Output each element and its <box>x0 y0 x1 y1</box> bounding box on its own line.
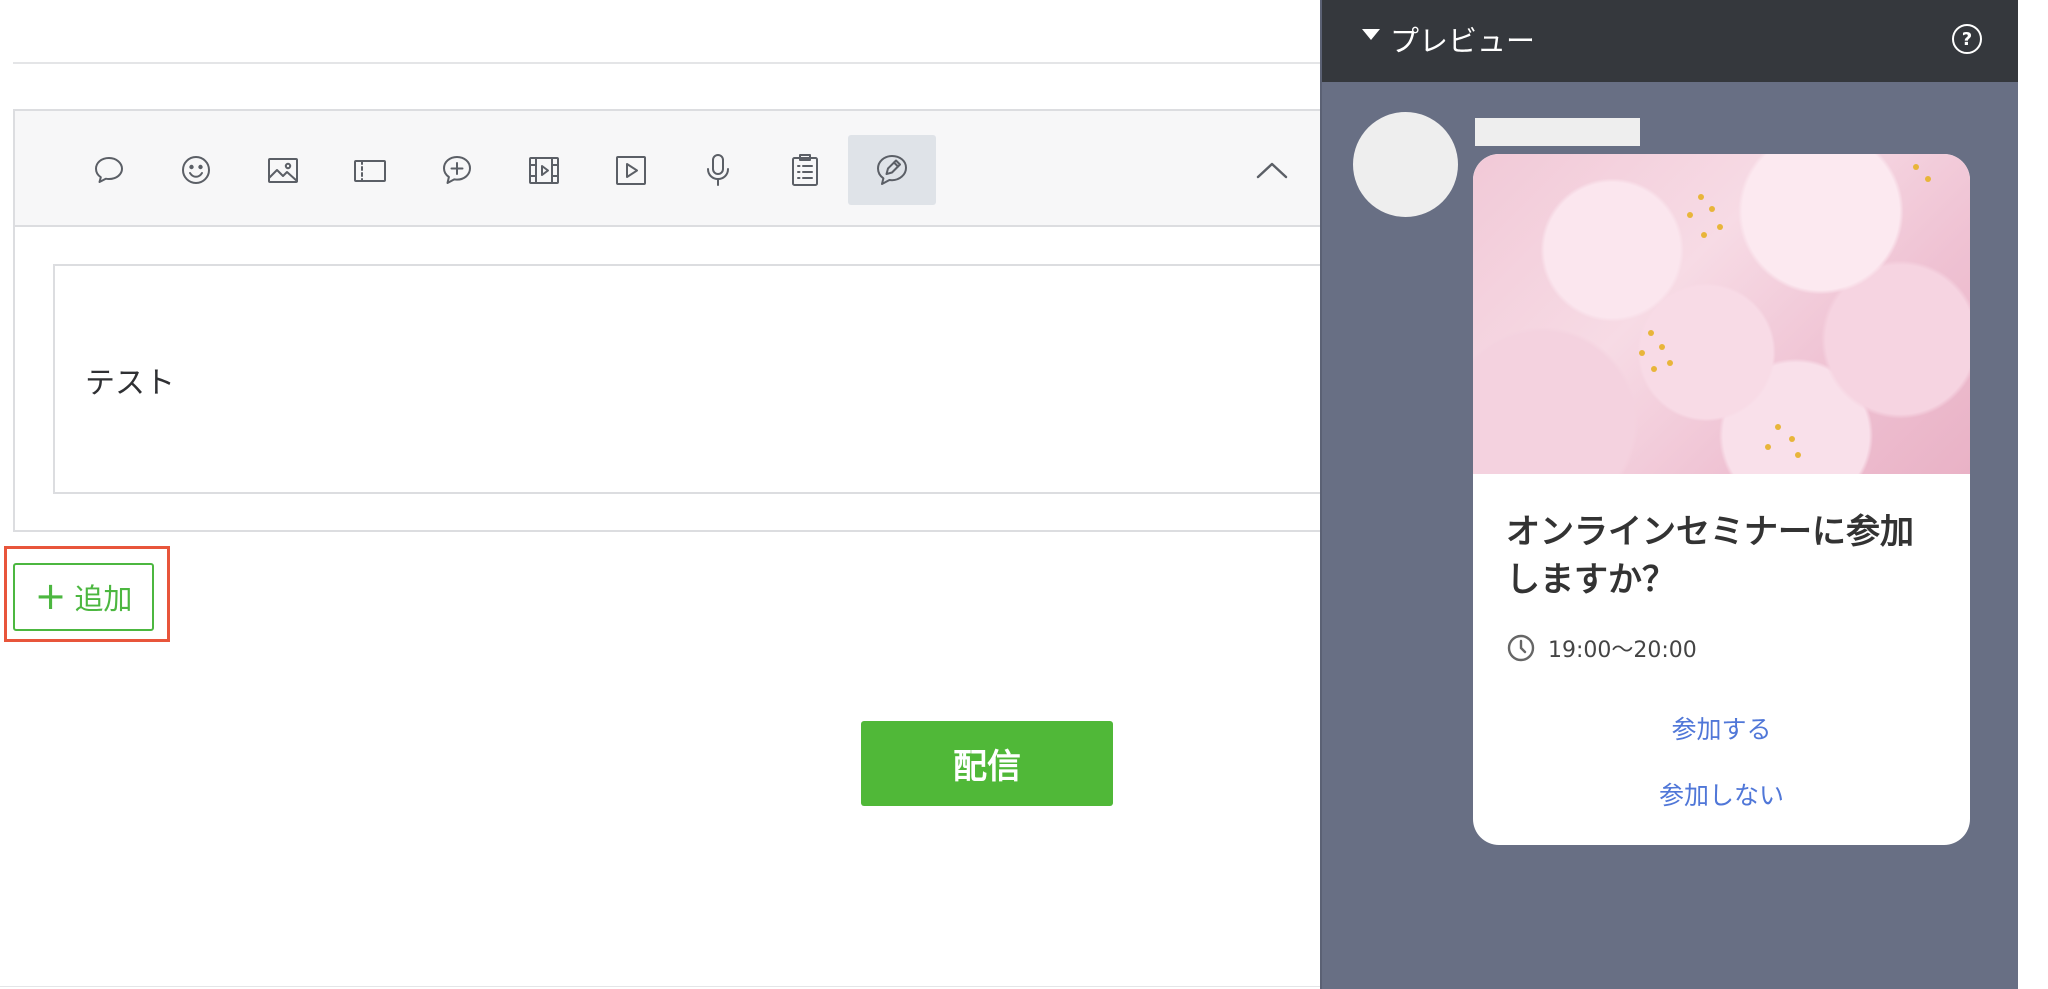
decline-action-button[interactable]: 参加しない <box>1473 776 1970 812</box>
add-button-label: 追加 <box>74 582 133 616</box>
message-type-toolbar <box>15 111 1341 227</box>
send-button[interactable]: 配信 <box>861 721 1113 806</box>
collapse-toolbar-button[interactable] <box>1247 145 1297 195</box>
preview-card-message: オンラインセミナーに参加しますか？ 19:00〜20:00 参加する 参加しない <box>1473 154 1970 845</box>
text-bubble-icon <box>95 157 123 183</box>
clock-icon <box>1506 633 1536 663</box>
card-title: オンラインセミナーに参加しますか？ <box>1506 512 1914 600</box>
message-text: テスト <box>85 366 175 401</box>
top-divider <box>13 62 1323 64</box>
image-icon <box>268 158 298 183</box>
microphone-icon <box>707 154 729 186</box>
card-time-text: 19:00〜20:00 <box>1548 638 1697 663</box>
card-message-button[interactable] <box>848 135 936 205</box>
preview-title: プレビュー <box>1390 24 1536 58</box>
image-button[interactable] <box>239 135 327 205</box>
message-editor: テスト <box>13 109 1343 532</box>
chevron-up-icon <box>1256 162 1288 179</box>
help-icon-glyph: ? <box>1961 28 1973 50</box>
emoji-icon <box>182 156 210 184</box>
text-bubble-button[interactable] <box>65 135 153 205</box>
video-button[interactable] <box>587 135 675 205</box>
survey-icon <box>792 154 818 186</box>
cherry-blossom-image <box>1473 154 1970 474</box>
coupon-button[interactable] <box>326 135 414 205</box>
video-icon <box>616 156 646 185</box>
voice-button[interactable] <box>674 135 762 205</box>
rich-message-icon <box>443 156 471 184</box>
coupon-icon <box>354 160 386 182</box>
survey-button[interactable] <box>761 135 849 205</box>
send-button-label: 配信 <box>953 747 1021 787</box>
message-text-field[interactable]: テスト <box>53 264 1343 494</box>
rich-message-button[interactable] <box>413 135 501 205</box>
emoji-button[interactable] <box>152 135 240 205</box>
plus-icon: + <box>34 573 67 618</box>
bottom-divider <box>0 986 1320 987</box>
help-icon[interactable]: ? <box>1952 24 1982 54</box>
join-action-button[interactable]: 参加する <box>1473 710 1970 746</box>
card-message-icon <box>877 155 907 185</box>
avatar <box>1353 112 1458 217</box>
sender-name-placeholder <box>1475 118 1640 146</box>
preview-panel: プレビュー ? オンラインセミナーに参加しますか？ 19:00〜20:00 参加… <box>1320 0 2018 989</box>
rich-video-button[interactable] <box>500 135 588 205</box>
card-time-row: 19:00〜20:00 <box>1506 632 1697 664</box>
add-message-button[interactable]: + 追加 <box>13 563 154 631</box>
caret-down-icon[interactable] <box>1362 29 1380 40</box>
preview-header: プレビュー ? <box>1322 0 2018 82</box>
rich-video-icon <box>529 157 559 184</box>
